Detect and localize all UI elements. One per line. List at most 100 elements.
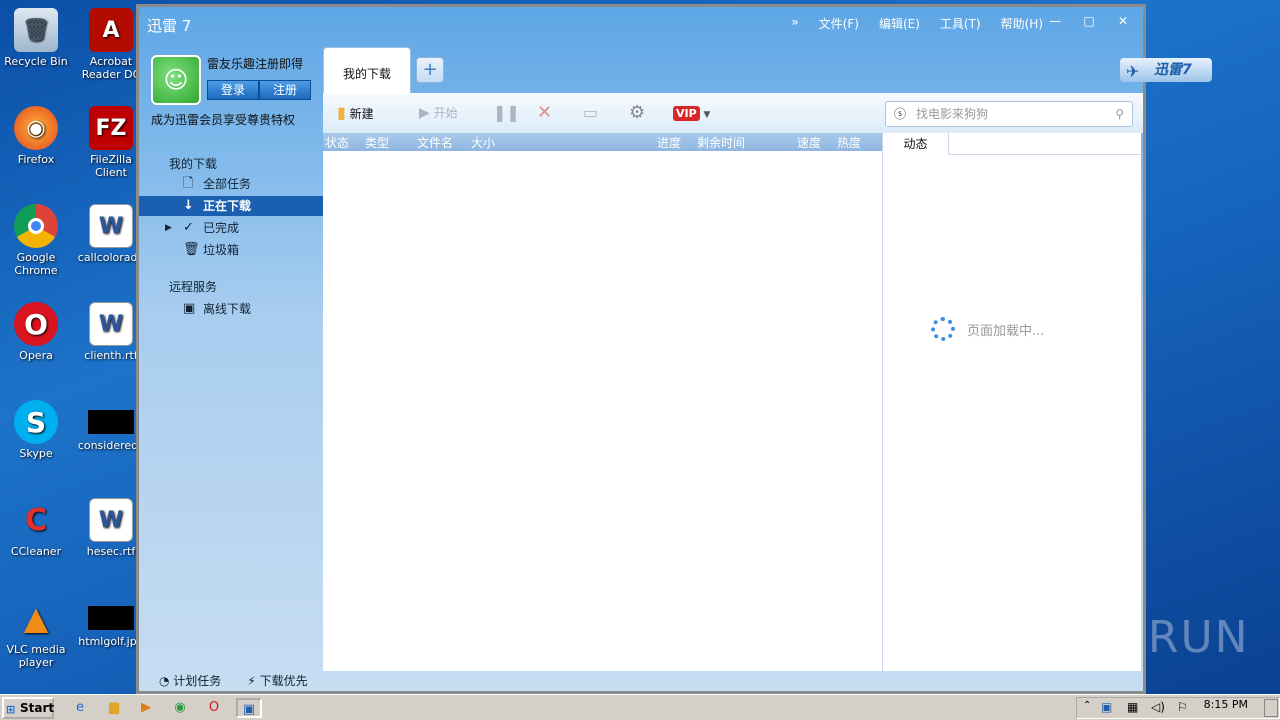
close-button[interactable]: ✕ [1109,13,1137,29]
priority-link[interactable]: ⚡ 下载优先 [247,672,307,689]
sidebar-section-remote[interactable]: 远程服务 [169,278,217,295]
column-filename[interactable]: 文件名 [417,134,453,151]
toolbar: ▮ 新建 ▶ 开始 ❚❚ ✕ ▭ ⚙ VIP ▼ ⓢ 找电影来狗狗 ⚲ [323,93,1143,133]
pause-button[interactable]: ❚❚ [493,101,520,125]
list-header: 状态 类型 文件名 大小 进度 剩余时间 速度 热度 [323,133,882,151]
bottom-links: ◔ 计划任务 ⚡ 下载优先 [159,672,308,689]
start-button[interactable]: ▶ 开始 [419,101,458,125]
opera-taskbar-icon[interactable]: O [204,698,224,718]
desktop-icon-skype[interactable]: S Skype [1,400,71,460]
desktop-icon-recycle-bin[interactable]: 🗑 Recycle Bin [1,8,71,68]
sidebar-item-all[interactable]: 🗋 全部任务 [139,174,323,194]
tab-my-downloads[interactable]: 我的下载 [323,47,411,95]
check-icon: ✓ [183,220,194,235]
start-label: 开始 [433,106,458,120]
sidebar-item-trash[interactable]: 🗑 垃圾箱 [139,240,323,260]
column-speed[interactable]: 速度 [797,134,821,151]
clock[interactable]: 8:15 PM [1204,698,1248,711]
delete-button[interactable]: ✕ [537,101,552,125]
loading-indicator: 页面加载中... [931,317,1044,341]
desktop-icon-chrome[interactable]: Google Chrome [1,204,71,277]
register-button[interactable]: 注册 [259,80,311,100]
new-task-button[interactable]: ▮ 新建 [337,101,374,125]
menu-help[interactable]: 帮助(H) [1001,15,1043,32]
sidebar-item-completed[interactable]: ▶ ✓ 已完成 [139,218,323,238]
more-icon[interactable]: » [791,15,798,32]
tab-feed[interactable]: 动态 [883,133,949,155]
column-size[interactable]: 大小 [471,134,495,151]
tray-xunlei-icon[interactable]: ▣ [1101,700,1112,714]
download-arrow-icon: ↓ [183,198,194,213]
spinner-icon [931,317,955,341]
ie-icon[interactable]: e [70,698,90,718]
vip-button[interactable]: VIP ▼ [673,101,710,125]
chrome-taskbar-icon[interactable]: ◉ [170,698,190,718]
word-doc-icon: W [89,204,133,248]
login-button[interactable]: 登录 [207,80,259,100]
show-desktop-button[interactable] [1264,699,1278,717]
menu-bar: » 文件(F) 编辑(E) 工具(T) 帮助(H) [791,15,1043,32]
ccleaner-icon: C [24,502,48,538]
document-icon: 🗋 [183,176,194,191]
window-title: 迅雷 7 [147,17,192,35]
feed-tab-divider [949,154,1141,155]
search-input[interactable]: ⓢ 找电影来狗狗 ⚲ [885,101,1133,127]
desktop-icon-ccleaner[interactable]: C CCleaner [1,498,71,558]
search-engine-icon: ⓢ [894,107,907,121]
sidebar-item-downloading[interactable]: ↓ 正在下载 [139,196,323,216]
action-center-flag-icon[interactable]: ⚐ [1177,700,1188,714]
settings-gear-icon[interactable]: ⚙ [629,101,645,125]
column-type[interactable]: 类型 [365,134,389,151]
desktop-icon-firefox[interactable]: ◉ Firefox [1,106,71,166]
word-doc-icon: W [89,302,133,346]
search-icon[interactable]: ⚲ [1115,102,1124,126]
vlc-icon: ▲ [23,598,49,637]
column-remaining[interactable]: 剩余时间 [697,134,745,151]
tray-expand-icon[interactable]: ⌃ [1083,700,1091,711]
xunlei-window: 迅雷 7 » 文件(F) 编辑(E) 工具(T) 帮助(H) — □ ✕ ☺ 雷… [136,4,1146,694]
maximize-button[interactable]: □ [1075,13,1103,29]
windows-flag-icon: ⊞ [6,703,16,716]
minimize-button[interactable]: — [1041,13,1069,29]
vip-promo[interactable]: 成为迅雷会员享受尊贵特权 [151,111,295,128]
sidebar-item-label: 已完成 [203,221,240,235]
sidebar-item-offline[interactable]: ▣ 离线下载 [139,299,323,319]
register-promo[interactable]: 雷友乐趣注册即得 [207,55,303,72]
sidebar-section-downloads[interactable]: 我的下载 [169,155,217,172]
desktop-icon-vlc[interactable]: ▲ VLC media player [1,596,71,670]
desktop-icon-label: VLC media player [6,643,66,669]
acrobat-icon: A [89,8,133,52]
download-list[interactable]: 状态 类型 文件名 大小 进度 剩余时间 速度 热度 [323,133,883,671]
priority-label: 下载优先 [259,674,308,688]
black-image-icon [88,410,134,434]
avatar[interactable]: ☺ [151,55,201,105]
system-tray: ⌃ ▣ ▦ ◁) ⚐ [1076,697,1280,719]
media-player-icon[interactable]: ▶ [136,698,156,718]
folder-button[interactable]: ▭ [583,101,598,125]
xunlei-float-badge[interactable]: ✈ 迅雷7 [1120,58,1212,82]
black-image-icon [88,606,134,630]
add-tab-button[interactable]: + [416,57,444,83]
column-progress[interactable]: 进度 [657,134,681,151]
expand-arrow-icon[interactable]: ▶ [165,218,172,238]
explorer-folder-icon[interactable]: ▆ [104,698,124,718]
start-button[interactable]: ⊞ Start [2,697,54,719]
schedule-link[interactable]: ◔ 计划任务 [159,672,221,689]
column-heat[interactable]: 热度 [837,134,861,151]
float-badge-label: 迅雷7 [1154,62,1192,78]
desktop-icon-label: Skype [19,447,53,460]
desktop-icon-label: CCleaner [10,545,62,558]
menu-edit[interactable]: 编辑(E) [879,15,920,32]
firefox-icon: ◉ [14,106,58,150]
desktop-icon-opera[interactable]: O Opera [1,302,71,362]
volume-icon[interactable]: ◁) [1151,700,1165,714]
login-group: 登录 注册 [207,80,311,100]
skype-icon: S [14,400,58,444]
menu-file[interactable]: 文件(F) [819,15,859,32]
xunlei-taskbar-icon[interactable]: ▣ [236,698,262,718]
new-file-icon: ▮ [337,103,346,122]
column-status[interactable]: 状态 [325,134,349,151]
network-icon[interactable]: ▦ [1127,700,1138,714]
new-task-label: 新建 [349,107,374,121]
menu-tools[interactable]: 工具(T) [940,15,981,32]
